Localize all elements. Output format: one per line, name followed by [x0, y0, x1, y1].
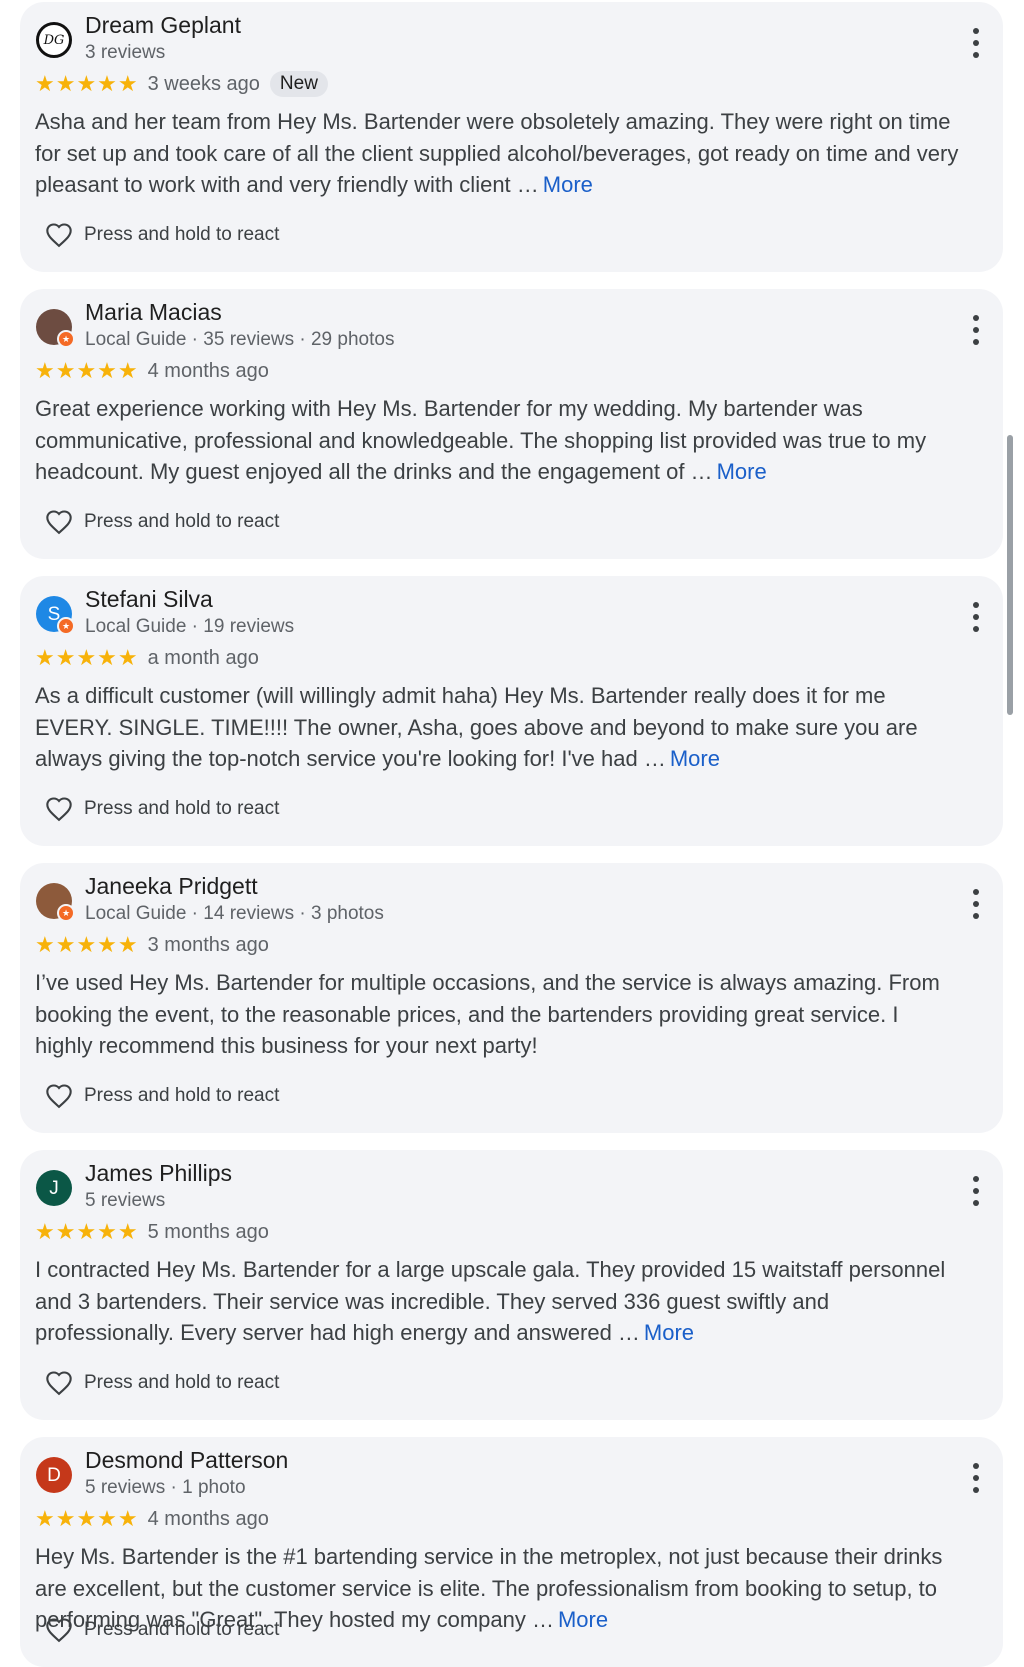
review-text-content: I contracted Hey Ms. Bartender for a lar…	[35, 1257, 946, 1345]
star-rating: ★★★★★	[35, 71, 139, 96]
avatar[interactable]: ★	[36, 883, 75, 922]
reviewer-meta: 5 reviews · 1 photo	[85, 1477, 246, 1498]
avatar[interactable]: ★	[36, 309, 75, 348]
more-link[interactable]: More	[558, 1607, 608, 1632]
react-label: Press and hold to react	[84, 1085, 280, 1106]
review-time: 3 months ago	[147, 933, 269, 956]
review-time: a month ago	[147, 646, 259, 669]
star-rating: ★★★★★	[35, 1219, 139, 1244]
review-text-content: As a difficult customer (will willingly …	[35, 683, 918, 771]
star-rating: ★★★★★	[35, 1506, 139, 1531]
react-label: Press and hold to react	[84, 511, 280, 532]
review-time: 5 months ago	[147, 1220, 269, 1243]
review-card: J James Phillips 5 reviews ★★★★★ 5 months ag…	[20, 1150, 1003, 1420]
heart-icon	[45, 509, 73, 535]
reviewer-name[interactable]: Maria Macias	[85, 299, 222, 326]
reviewer-meta: Local Guide · 35 reviews · 29 photos	[85, 329, 395, 350]
heart-icon	[45, 1083, 73, 1109]
more-link[interactable]: More	[670, 746, 720, 771]
review-time: 4 months ago	[147, 359, 269, 382]
more-vert-icon[interactable]	[971, 1176, 981, 1206]
heart-icon	[45, 222, 73, 248]
rating-row: ★★★★★ 5 months ago	[35, 1218, 269, 1246]
review-time: 3 weeks ago	[147, 72, 260, 95]
heart-icon	[45, 796, 73, 822]
react-button[interactable]: Press and hold to react	[34, 796, 279, 822]
review-text: Great experience working with Hey Ms. Ba…	[35, 393, 960, 488]
reviewer-name[interactable]: Stefani Silva	[85, 586, 213, 613]
rating-row: ★★★★★ 4 months ago	[35, 1505, 269, 1533]
more-link[interactable]: More	[717, 459, 767, 484]
heart-icon	[45, 1617, 73, 1643]
new-badge: New	[269, 71, 328, 97]
avatar-initial: DG	[43, 32, 65, 48]
avatar-initial: J	[49, 1177, 59, 1199]
react-label: Press and hold to react	[84, 1372, 280, 1393]
reviewer-meta: 5 reviews	[85, 1190, 166, 1211]
react-label: Press and hold to react	[84, 224, 280, 245]
rating-row: ★★★★★ a month ago	[35, 644, 259, 672]
more-vert-icon[interactable]	[971, 602, 981, 632]
react-button[interactable]: Press and hold to react	[34, 509, 279, 535]
avatar[interactable]: S ★	[36, 596, 75, 635]
more-vert-icon[interactable]	[971, 1463, 981, 1493]
avatar[interactable]: J	[36, 1170, 72, 1206]
reviewer-name[interactable]: Dream Geplant	[85, 12, 241, 39]
review-card: DG Dream Geplant 3 reviews ★★★★★ 3 weeks ago…	[20, 2, 1003, 272]
reviewer-name[interactable]: Desmond Patterson	[85, 1447, 288, 1474]
review-text: Asha and her team from Hey Ms. Bartender…	[35, 106, 960, 201]
review-text: I contracted Hey Ms. Bartender for a lar…	[35, 1254, 960, 1349]
react-label: Press and hold to react	[84, 798, 280, 819]
reviewer-meta: 3 reviews	[85, 42, 166, 63]
review-card: D Desmond Patterson 5 reviews · 1 photo ★★★…	[20, 1437, 1003, 1667]
heart-icon	[45, 1370, 73, 1396]
review-text: I’ve used Hey Ms. Bartender for multiple…	[35, 967, 960, 1062]
react-button[interactable]: Press and hold to react	[34, 1370, 279, 1396]
review-card: S ★ Stefani Silva Local Guide · 19 reviews ★…	[20, 576, 1003, 846]
more-link[interactable]: More	[543, 172, 593, 197]
react-label: Press and hold to react	[84, 1619, 280, 1640]
more-vert-icon[interactable]	[971, 28, 981, 58]
local-guide-badge-icon: ★	[57, 617, 75, 635]
reviewer-name[interactable]: James Phillips	[85, 1160, 232, 1187]
review-text: As a difficult customer (will willingly …	[35, 680, 960, 775]
rating-row: ★★★★★ 4 months ago	[35, 357, 269, 385]
star-rating: ★★★★★	[35, 932, 139, 957]
review-text-content: Asha and her team from Hey Ms. Bartender…	[35, 109, 959, 197]
review-card: ★ Maria Macias Local Guide · 35 reviews · …	[20, 289, 1003, 559]
review-text-content: Great experience working with Hey Ms. Ba…	[35, 396, 927, 484]
react-button[interactable]: Press and hold to react	[34, 222, 279, 248]
react-button[interactable]: Press and hold to react	[34, 1617, 279, 1643]
review-card: ★ Janeeka Pridgett Local Guide · 14 review…	[20, 863, 1003, 1133]
reviewer-meta: Local Guide · 19 reviews	[85, 616, 295, 637]
react-button[interactable]: Press and hold to react	[34, 1083, 279, 1109]
reviewer-meta: Local Guide · 14 reviews · 3 photos	[85, 903, 384, 924]
star-rating: ★★★★★	[35, 358, 139, 383]
local-guide-badge-icon: ★	[57, 330, 75, 348]
rating-row: ★★★★★ 3 weeks ago New	[35, 70, 328, 98]
avatar-initial: D	[47, 1464, 61, 1486]
rating-row: ★★★★★ 3 months ago	[35, 931, 269, 959]
scrollbar[interactable]	[1007, 435, 1013, 715]
review-time: 4 months ago	[147, 1507, 269, 1530]
more-vert-icon[interactable]	[971, 315, 981, 345]
reviewer-name[interactable]: Janeeka Pridgett	[85, 873, 258, 900]
star-rating: ★★★★★	[35, 645, 139, 670]
local-guide-badge-icon: ★	[57, 904, 75, 922]
review-text-content: I’ve used Hey Ms. Bartender for multiple…	[35, 970, 940, 1058]
more-vert-icon[interactable]	[971, 889, 981, 919]
avatar[interactable]: D	[36, 1457, 72, 1493]
more-link[interactable]: More	[644, 1320, 694, 1345]
avatar[interactable]: DG	[36, 22, 72, 58]
